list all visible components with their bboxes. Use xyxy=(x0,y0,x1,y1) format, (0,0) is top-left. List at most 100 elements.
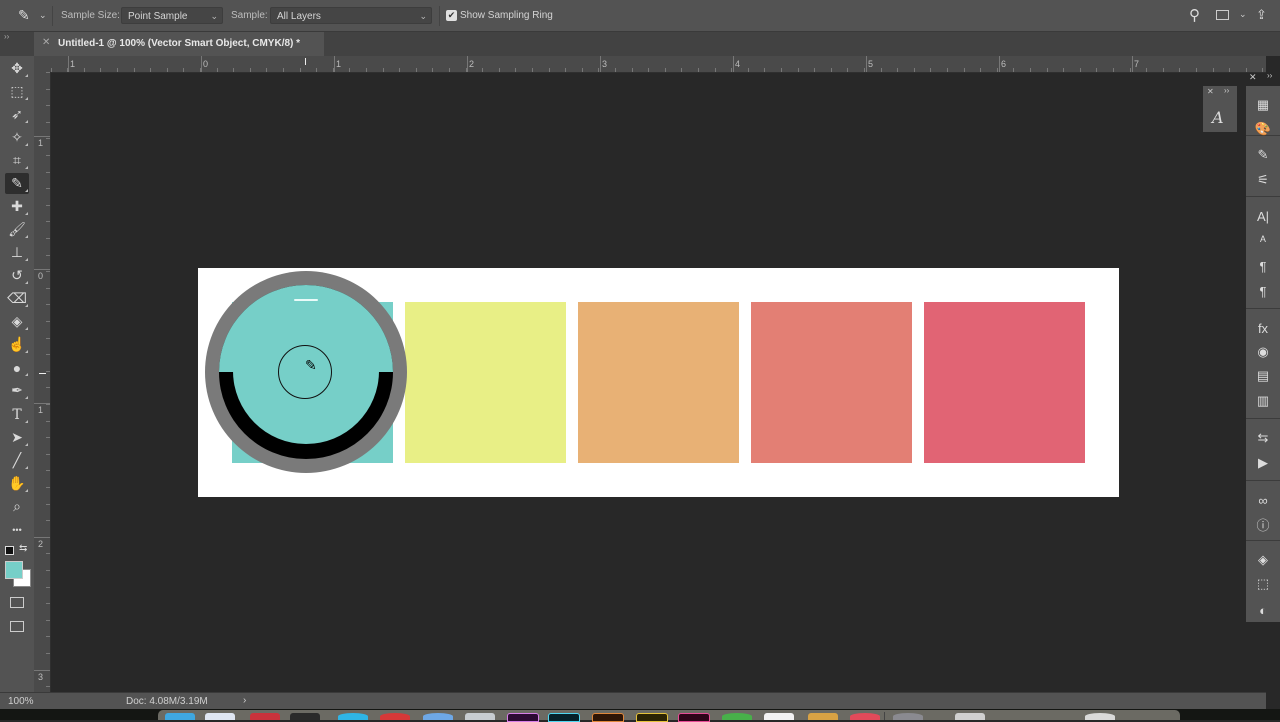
dock-app-icon[interactable] xyxy=(722,713,752,720)
ruler-minor-tick xyxy=(46,238,50,239)
channels-icon[interactable]: ◉ xyxy=(1253,342,1273,362)
character-icon[interactable]: A| xyxy=(1253,206,1273,226)
dock-app-icon[interactable] xyxy=(955,713,985,720)
default-colors-icon[interactable] xyxy=(5,546,14,555)
history-icon[interactable]: ⇆ xyxy=(1253,428,1273,448)
paragraph-styles-icon[interactable]: ¶ xyxy=(1253,281,1273,301)
search-icon[interactable]: ⚲ xyxy=(1189,6,1200,24)
ruler-label: 5 xyxy=(868,59,874,69)
character-styles-icon[interactable]: ᴬ xyxy=(1253,230,1273,250)
panel-group-divider xyxy=(1246,308,1280,309)
workspace-chevron-icon[interactable]: ⌄ xyxy=(1239,9,1247,20)
tool-lasso[interactable]: ➶ xyxy=(5,104,29,125)
tool-dodge[interactable]: ● xyxy=(5,357,29,378)
horizontal-ruler[interactable]: 1 0 1 2 3 4 5 6 7 xyxy=(34,56,1266,73)
dock-app-icon[interactable] xyxy=(423,713,453,720)
color-swatch-orange[interactable] xyxy=(578,302,739,463)
color-swatch-salmon[interactable] xyxy=(751,302,912,463)
dock-app-icon[interactable] xyxy=(338,713,368,720)
dock-app-icon[interactable] xyxy=(636,713,668,722)
tool-clone-stamp[interactable]: ⊥ xyxy=(5,242,29,263)
dock-app-icon[interactable] xyxy=(678,713,710,722)
dock-app-icon[interactable] xyxy=(808,713,838,720)
quick-mask-icon[interactable] xyxy=(10,597,24,608)
tool-paint-bucket[interactable]: ◈ xyxy=(5,311,29,332)
styles-fx-icon[interactable]: fx xyxy=(1253,318,1273,338)
show-sampling-ring-label[interactable]: Show Sampling Ring xyxy=(460,10,553,21)
dock-app-icon[interactable] xyxy=(592,713,624,722)
color-swatch-pink-red[interactable] xyxy=(924,302,1085,463)
adjustments-circle-icon[interactable]: ◐ xyxy=(1253,600,1273,620)
tool-path-selection[interactable]: ➤ xyxy=(5,427,29,448)
screen-mode-icon[interactable] xyxy=(10,621,24,632)
share-icon[interactable]: ⇪ xyxy=(1256,7,1267,23)
actions-play-icon[interactable]: ▶ xyxy=(1253,453,1273,473)
status-menu-arrow[interactable]: › xyxy=(243,695,246,706)
eyedropper-icon[interactable]: ✎ xyxy=(18,7,30,24)
notes-icon[interactable]: ▥ xyxy=(1253,391,1273,411)
tool-hand[interactable]: ✋ xyxy=(5,473,29,494)
ruler-minor-tick xyxy=(300,68,301,72)
dock-app-icon[interactable] xyxy=(290,713,320,720)
tool-magic-wand[interactable]: ✧ xyxy=(5,127,29,148)
tool-brush[interactable]: 🖌 xyxy=(5,219,29,240)
expand-panel-icon[interactable]: ›› xyxy=(1224,86,1229,95)
dock-trash-icon[interactable] xyxy=(1085,713,1115,720)
ruler-minor-tick xyxy=(84,68,85,72)
layers-icon[interactable]: ◈ xyxy=(1253,550,1273,570)
paragraph-icon[interactable]: ¶ xyxy=(1253,256,1273,276)
tool-history-brush[interactable]: ↺ xyxy=(5,265,29,286)
close-dock-icon[interactable]: ✕ xyxy=(1249,72,1257,83)
dock-app-icon[interactable] xyxy=(250,713,280,720)
close-panel-icon[interactable]: ✕ xyxy=(1207,87,1214,96)
ruler-minor-tick xyxy=(217,68,218,72)
expand-dock-icon[interactable]: ›› xyxy=(1267,71,1272,80)
tool-zoom[interactable]: ⌕ xyxy=(5,496,29,517)
tool-pen[interactable]: ✒ xyxy=(5,380,29,401)
properties-icon[interactable]: ▤ xyxy=(1253,366,1273,386)
tool-healing-brush[interactable]: ✚ xyxy=(5,196,29,217)
tool-move[interactable]: ✥ xyxy=(5,58,29,79)
sample-select[interactable]: All Layers ⌄ xyxy=(270,7,432,24)
ruler-minor-tick xyxy=(67,68,68,72)
tool-group-indicator xyxy=(25,235,28,238)
tool-more-tools[interactable]: ••• xyxy=(5,519,29,540)
color-swatch-yellow[interactable] xyxy=(405,302,566,463)
workspace-icon[interactable] xyxy=(1216,10,1229,20)
color-palette-icon[interactable]: 🎨 xyxy=(1253,119,1273,139)
dock-app-icon[interactable] xyxy=(465,713,495,720)
close-tab-icon[interactable]: ✕ xyxy=(42,37,50,48)
collapse-toolbar-icon[interactable]: ›› xyxy=(4,32,9,41)
tool-eyedropper[interactable]: ✎ xyxy=(5,173,29,194)
foreground-color-swatch[interactable] xyxy=(5,561,23,579)
libraries-grid-icon[interactable]: ▦ xyxy=(1253,95,1273,115)
tool-type[interactable]: T xyxy=(5,404,29,425)
sample-size-select[interactable]: Point Sample ⌄ xyxy=(121,7,223,24)
ruler-origin[interactable] xyxy=(34,56,50,72)
dock-app-icon[interactable] xyxy=(764,713,794,720)
creative-cloud-icon[interactable]: ∞ xyxy=(1253,490,1273,510)
tool-preset-chevron-icon[interactable]: ⌄ xyxy=(39,10,47,21)
tool-smudge[interactable]: ☝ xyxy=(5,334,29,355)
dock-app-icon[interactable] xyxy=(893,713,923,720)
tool-rectangular-marquee[interactable]: ⬚ xyxy=(5,81,29,102)
swap-colors-icon[interactable]: ⇆ xyxy=(19,543,27,554)
brush-settings-icon[interactable]: ✎ xyxy=(1253,145,1273,165)
show-sampling-ring-checkbox[interactable]: ✔ xyxy=(446,10,457,21)
tool-eraser[interactable]: ⌫ xyxy=(5,288,29,309)
3d-icon[interactable]: ⬚ xyxy=(1253,574,1273,594)
info-icon[interactable]: ⓘ xyxy=(1253,514,1273,534)
dock-app-icon[interactable] xyxy=(548,713,580,722)
dock-app-icon[interactable] xyxy=(165,713,195,720)
dock-app-icon[interactable] xyxy=(380,713,410,720)
document-tab[interactable]: ✕ Untitled-1 @ 100% (Vector Smart Object… xyxy=(34,32,324,56)
dock-app-icon[interactable] xyxy=(507,713,539,722)
tool-line[interactable]: ╱ xyxy=(5,450,29,471)
zoom-level[interactable]: 100% xyxy=(8,696,68,707)
dock-app-icon[interactable] xyxy=(850,713,880,720)
adjustments-icon[interactable]: ⚟ xyxy=(1253,170,1273,190)
glyphs-icon[interactable]: A xyxy=(1212,108,1224,127)
dock-app-icon[interactable] xyxy=(205,713,235,720)
tool-crop[interactable]: ⌗ xyxy=(5,150,29,171)
vertical-ruler[interactable]: 1 0 1 2 3 xyxy=(34,72,51,692)
